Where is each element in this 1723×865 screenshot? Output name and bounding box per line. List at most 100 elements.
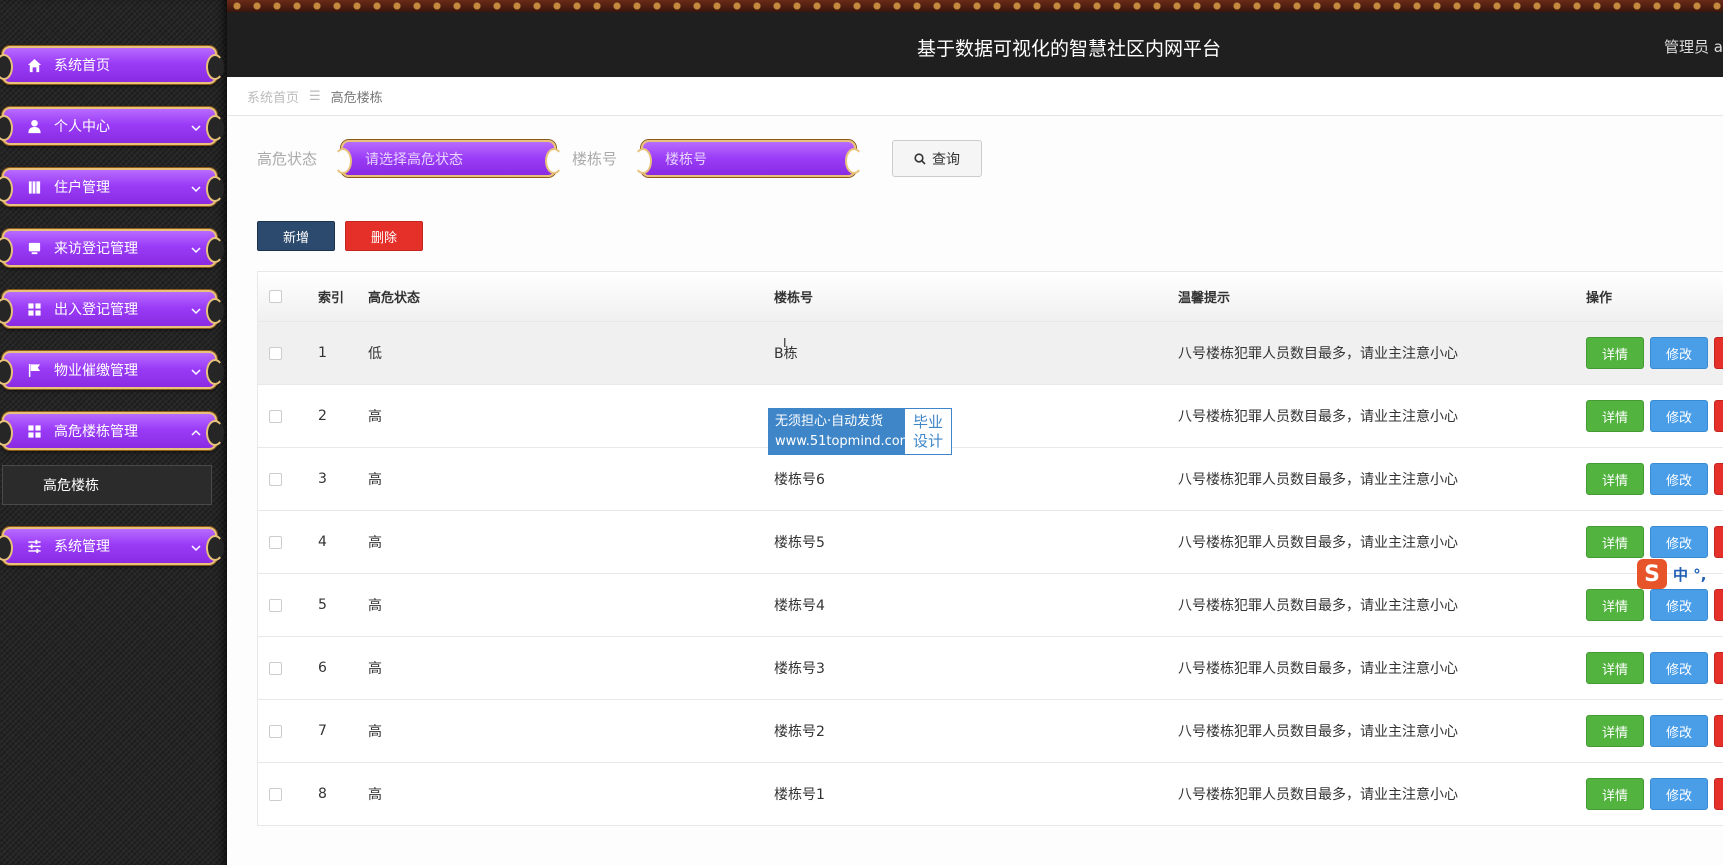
row-delete-button[interactable] bbox=[1714, 337, 1723, 369]
cell-tip: 八号楼栋犯罪人员数目最多，请业主注意小心 bbox=[1178, 346, 1458, 362]
row-checkbox[interactable] bbox=[269, 409, 282, 423]
table-row: 3 高 楼栋号6 八号楼栋犯罪人员数目最多，请业主注意小心 详情 修改 bbox=[258, 447, 1723, 510]
sidebar-item-4[interactable]: 来访登记管理 bbox=[0, 229, 224, 267]
cell-building: 楼栋号3 bbox=[774, 661, 825, 677]
row-delete-button[interactable] bbox=[1714, 589, 1723, 621]
detail-button[interactable]: 详情 bbox=[1586, 652, 1644, 684]
select-all-checkbox[interactable] bbox=[269, 290, 282, 303]
detail-button[interactable]: 详情 bbox=[1586, 463, 1644, 495]
row-checkbox[interactable] bbox=[269, 346, 282, 360]
chevron-down-icon bbox=[191, 365, 201, 376]
header-decorative-border bbox=[227, 0, 1723, 12]
row-checkbox[interactable] bbox=[269, 787, 282, 801]
watermark-badge: 无须担心·自动发货 www.51topmind.com 毕业 设计 bbox=[768, 408, 952, 455]
sidebar-subitem-high-risk-buildings[interactable]: 高危楼栋 bbox=[2, 465, 212, 505]
cell-tip: 八号楼栋犯罪人员数目最多，请业主注意小心 bbox=[1178, 598, 1458, 614]
sliders-icon bbox=[26, 538, 42, 554]
sidebar-item-label: 物业催缴管理 bbox=[54, 363, 138, 379]
ime-indicator[interactable]: S 中 °, bbox=[1637, 559, 1706, 589]
table-row: 5 高 楼栋号4 八号楼栋犯罪人员数目最多，请业主注意小心 详情 修改 bbox=[258, 573, 1723, 636]
row-checkbox[interactable] bbox=[269, 724, 282, 738]
cell-tip: 八号楼栋犯罪人员数目最多，请业主注意小心 bbox=[1178, 724, 1458, 740]
table-row: 1 低 B栋 八号楼栋犯罪人员数目最多，请业主注意小心 详情 修改 bbox=[258, 321, 1723, 384]
chevron-down-icon bbox=[191, 121, 201, 132]
detail-button[interactable]: 详情 bbox=[1586, 337, 1644, 369]
column-header-ops: 操作 bbox=[1586, 291, 1613, 306]
chevron-down-icon bbox=[191, 304, 201, 315]
row-checkbox[interactable] bbox=[269, 661, 282, 675]
edit-button[interactable]: 修改 bbox=[1650, 715, 1708, 747]
cell-index: 3 bbox=[318, 471, 327, 487]
edit-button[interactable]: 修改 bbox=[1650, 463, 1708, 495]
home-icon bbox=[26, 57, 42, 73]
cell-index: 2 bbox=[318, 408, 327, 424]
table-row: 7 高 楼栋号2 八号楼栋犯罪人员数目最多，请业主注意小心 详情 修改 bbox=[258, 699, 1723, 762]
sidebar-item-label: 个人中心 bbox=[54, 119, 110, 135]
row-delete-button[interactable] bbox=[1714, 652, 1723, 684]
watermark-line1: 无须担心·自动发货 bbox=[775, 413, 884, 429]
cell-status: 高 bbox=[368, 409, 382, 425]
user-icon bbox=[26, 118, 42, 134]
table-row: 6 高 楼栋号3 八号楼栋犯罪人员数目最多，请业主注意小心 详情 修改 bbox=[258, 636, 1723, 699]
cell-building: 楼栋号5 bbox=[774, 535, 825, 551]
sidebar-item-7[interactable]: 高危楼栋管理 bbox=[0, 412, 224, 450]
row-checkbox[interactable] bbox=[269, 535, 282, 549]
row-delete-button[interactable] bbox=[1714, 715, 1723, 747]
cell-status: 低 bbox=[368, 346, 382, 362]
sidebar-item-1[interactable]: 系统首页 bbox=[0, 46, 224, 84]
add-button[interactable]: 新增 bbox=[257, 221, 335, 251]
edit-button[interactable]: 修改 bbox=[1650, 589, 1708, 621]
column-header-index: 索引 bbox=[318, 291, 345, 306]
status-select[interactable]: 请选择高危状态 bbox=[334, 140, 563, 177]
edit-button[interactable]: 修改 bbox=[1650, 337, 1708, 369]
row-delete-button[interactable] bbox=[1714, 463, 1723, 495]
sogou-logo-icon: S bbox=[1637, 559, 1667, 589]
sidebar-item-8[interactable]: 系统管理 bbox=[0, 527, 224, 565]
row-delete-button[interactable] bbox=[1714, 400, 1723, 432]
edit-button[interactable]: 修改 bbox=[1650, 400, 1708, 432]
detail-button[interactable]: 详情 bbox=[1586, 778, 1644, 810]
row-delete-button[interactable] bbox=[1714, 526, 1723, 558]
row-checkbox[interactable] bbox=[269, 598, 282, 612]
building-input[interactable]: 楼栋号 bbox=[634, 140, 863, 177]
breadcrumb-separator-icon: ☰ bbox=[309, 89, 321, 104]
cell-tip: 八号楼栋犯罪人员数目最多，请业主注意小心 bbox=[1178, 787, 1458, 803]
delete-button[interactable]: 删除 bbox=[345, 221, 423, 251]
flag-icon bbox=[26, 362, 42, 378]
cell-building: 楼栋号2 bbox=[774, 724, 825, 740]
column-header-building: 楼栋号 bbox=[774, 291, 814, 306]
grid-icon bbox=[26, 423, 42, 439]
edit-button[interactable]: 修改 bbox=[1650, 526, 1708, 558]
row-checkbox[interactable] bbox=[269, 472, 282, 486]
detail-button[interactable]: 详情 bbox=[1586, 526, 1644, 558]
page-title: 基于数据可视化的智慧社区内网平台 bbox=[916, 38, 1221, 60]
detail-button[interactable]: 详情 bbox=[1586, 589, 1644, 621]
breadcrumb-home-link[interactable]: 系统首页 bbox=[247, 87, 299, 106]
breadcrumb: 系统首页 ☰ 高危楼栋 bbox=[227, 78, 1723, 116]
detail-button[interactable]: 详情 bbox=[1586, 715, 1644, 747]
table-body: 1 低 B栋 八号楼栋犯罪人员数目最多，请业主注意小心 详情 修改 2 高八号楼栋犯罪人员数目… bbox=[258, 321, 1723, 825]
building-input-placeholder: 楼栋号 bbox=[665, 151, 707, 168]
sidebar-item-3[interactable]: 住户管理 bbox=[0, 168, 224, 206]
edit-button[interactable]: 修改 bbox=[1650, 778, 1708, 810]
cell-status: 高 bbox=[368, 598, 382, 614]
row-delete-button[interactable] bbox=[1714, 778, 1723, 810]
cell-status: 高 bbox=[368, 724, 382, 740]
sidebar-item-5[interactable]: 出入登记管理 bbox=[0, 290, 224, 328]
cell-building: 楼栋号6 bbox=[774, 472, 825, 488]
detail-button[interactable]: 详情 bbox=[1586, 400, 1644, 432]
cell-status: 高 bbox=[368, 535, 382, 551]
cell-building: B栋 bbox=[774, 346, 798, 362]
sidebar-item-label: 来访登记管理 bbox=[54, 241, 138, 257]
sidebar-item-6[interactable]: 物业催缴管理 bbox=[0, 351, 224, 389]
sidebar-item-2[interactable]: 个人中心 bbox=[0, 107, 224, 145]
watermark-right1: 毕业 bbox=[912, 412, 943, 431]
cell-building: 楼栋号1 bbox=[774, 787, 825, 803]
edit-button[interactable]: 修改 bbox=[1650, 652, 1708, 684]
table-row: 4 高 楼栋号5 八号楼栋犯罪人员数目最多，请业主注意小心 详情 修改 bbox=[258, 510, 1723, 573]
query-button[interactable]: 查询 bbox=[892, 140, 982, 177]
cell-tip: 八号楼栋犯罪人员数目最多，请业主注意小心 bbox=[1178, 472, 1458, 488]
book-icon bbox=[26, 179, 42, 195]
chevron-up-icon bbox=[191, 426, 201, 436]
user-menu[interactable]: 管理员 a bbox=[1664, 36, 1723, 57]
